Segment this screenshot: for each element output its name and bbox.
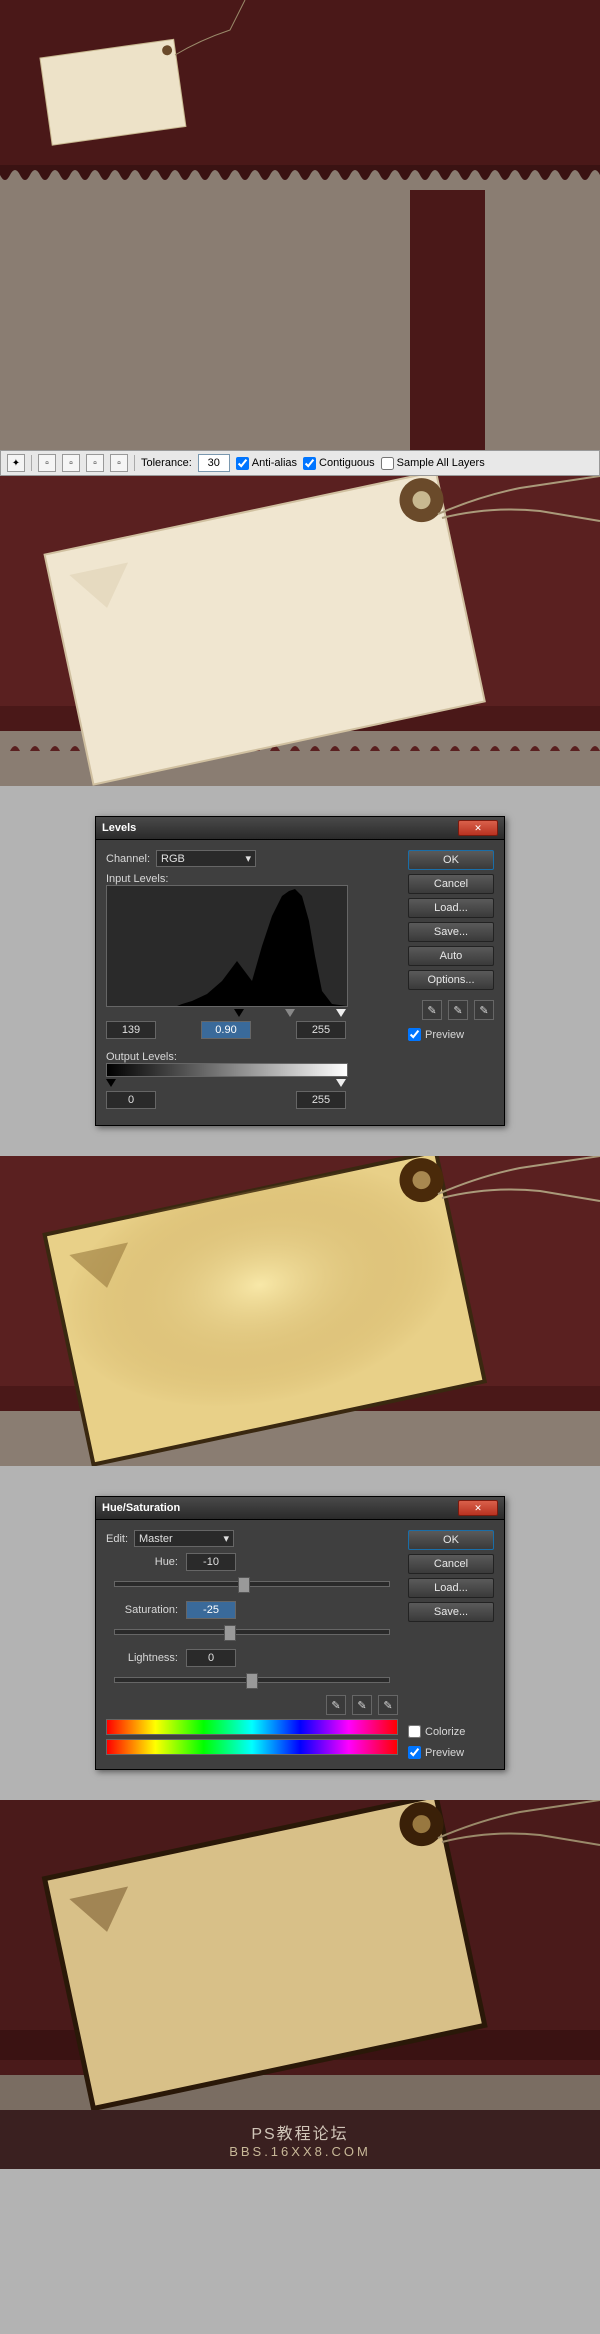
saturation-input[interactable]: [186, 1601, 236, 1619]
histogram: [106, 885, 348, 1007]
levels-dialog: Levels ✕ Channel: RGB▾ Input Levels: Out…: [95, 816, 505, 1126]
auto-button[interactable]: Auto: [408, 946, 494, 966]
chevron-down-icon: ▾: [246, 852, 252, 865]
tutorial-image-2: [0, 476, 600, 786]
contiguous-checkbox[interactable]: Contiguous: [303, 457, 375, 470]
tolerance-label: Tolerance:: [141, 457, 192, 469]
add-selection-icon[interactable]: ▫: [62, 454, 80, 472]
options-toolbar: ✦ ▫ ▫ ▫ ▫ Tolerance: Anti-alias Contiguo…: [0, 450, 600, 476]
out-white-slider: [336, 1079, 346, 1087]
input-black[interactable]: [106, 1021, 156, 1039]
eyedropper-icon[interactable]: ✎: [326, 1695, 346, 1715]
output-gradient[interactable]: [106, 1063, 348, 1077]
intersect-selection-icon[interactable]: ▫: [110, 454, 128, 472]
white-eyedropper-icon[interactable]: ✎: [474, 1000, 494, 1020]
saturation-slider[interactable]: [114, 1629, 390, 1635]
eyedropper-add-icon[interactable]: ✎: [352, 1695, 372, 1715]
eyedropper-subtract-icon[interactable]: ✎: [378, 1695, 398, 1715]
tutorial-image-1: [0, 0, 600, 450]
footer-title: PS教程论坛: [0, 2120, 600, 2144]
out-black-slider: [106, 1079, 116, 1087]
cancel-button[interactable]: Cancel: [408, 1554, 494, 1574]
channel-label: Channel:: [106, 853, 150, 865]
new-selection-icon[interactable]: ▫: [38, 454, 56, 472]
output-white[interactable]: [296, 1091, 346, 1109]
input-sliders[interactable]: [106, 1009, 346, 1017]
edit-label: Edit:: [106, 1533, 128, 1545]
hue-slider[interactable]: [114, 1581, 390, 1587]
gamma-slider: [285, 1009, 295, 1017]
output-black[interactable]: [106, 1091, 156, 1109]
input-levels-label: Input Levels:: [106, 873, 168, 885]
preview-checkbox[interactable]: Preview: [408, 1746, 494, 1759]
chevron-down-icon: ▾: [223, 1532, 229, 1545]
black-point-slider: [234, 1009, 244, 1017]
tutorial-image-4: [0, 1800, 600, 2110]
hs-title: Hue/Saturation: [102, 1502, 180, 1514]
lightness-label: Lightness:: [106, 1652, 186, 1664]
hue-spectrum-bottom: [106, 1739, 398, 1755]
saturation-label: Saturation:: [106, 1604, 186, 1616]
save-button[interactable]: Save...: [408, 1602, 494, 1622]
sample-all-checkbox[interactable]: Sample All Layers: [381, 457, 485, 470]
ok-button[interactable]: OK: [408, 850, 494, 870]
gray-eyedropper-icon[interactable]: ✎: [448, 1000, 468, 1020]
load-button[interactable]: Load...: [408, 898, 494, 918]
white-point-slider: [336, 1009, 346, 1017]
cancel-button[interactable]: Cancel: [408, 874, 494, 894]
options-button[interactable]: Options...: [408, 970, 494, 990]
colorize-checkbox[interactable]: Colorize: [408, 1725, 494, 1738]
black-eyedropper-icon[interactable]: ✎: [422, 1000, 442, 1020]
channel-select[interactable]: RGB▾: [156, 850, 256, 867]
footer: PS教程论坛 BBS.16XX8.COM: [0, 2110, 600, 2169]
edit-select[interactable]: Master▾: [134, 1530, 234, 1547]
tutorial-image-3: [0, 1156, 600, 1466]
anti-alias-checkbox[interactable]: Anti-alias: [236, 457, 297, 470]
subtract-selection-icon[interactable]: ▫: [86, 454, 104, 472]
hs-titlebar[interactable]: Hue/Saturation ✕: [96, 1497, 504, 1520]
close-button[interactable]: ✕: [458, 820, 498, 836]
hue-saturation-dialog: Hue/Saturation ✕ Edit: Master▾ Hue: Satu…: [95, 1496, 505, 1770]
magic-wand-icon[interactable]: ✦: [7, 454, 25, 472]
save-button[interactable]: Save...: [408, 922, 494, 942]
levels-title: Levels: [102, 822, 136, 834]
load-button[interactable]: Load...: [408, 1578, 494, 1598]
footer-url: BBS.16XX8.COM: [0, 2144, 600, 2159]
output-sliders[interactable]: [106, 1079, 346, 1087]
close-button[interactable]: ✕: [458, 1500, 498, 1516]
levels-titlebar[interactable]: Levels ✕: [96, 817, 504, 840]
lightness-input[interactable]: [186, 1649, 236, 1667]
tolerance-input[interactable]: [198, 454, 230, 472]
hue-input[interactable]: [186, 1553, 236, 1571]
input-white[interactable]: [296, 1021, 346, 1039]
output-levels-label: Output Levels:: [106, 1051, 177, 1063]
lightness-slider[interactable]: [114, 1677, 390, 1683]
preview-checkbox[interactable]: Preview: [408, 1028, 494, 1041]
hue-label: Hue:: [106, 1556, 186, 1568]
hue-spectrum-top: [106, 1719, 398, 1735]
ok-button[interactable]: OK: [408, 1530, 494, 1550]
input-gamma[interactable]: [201, 1021, 251, 1039]
